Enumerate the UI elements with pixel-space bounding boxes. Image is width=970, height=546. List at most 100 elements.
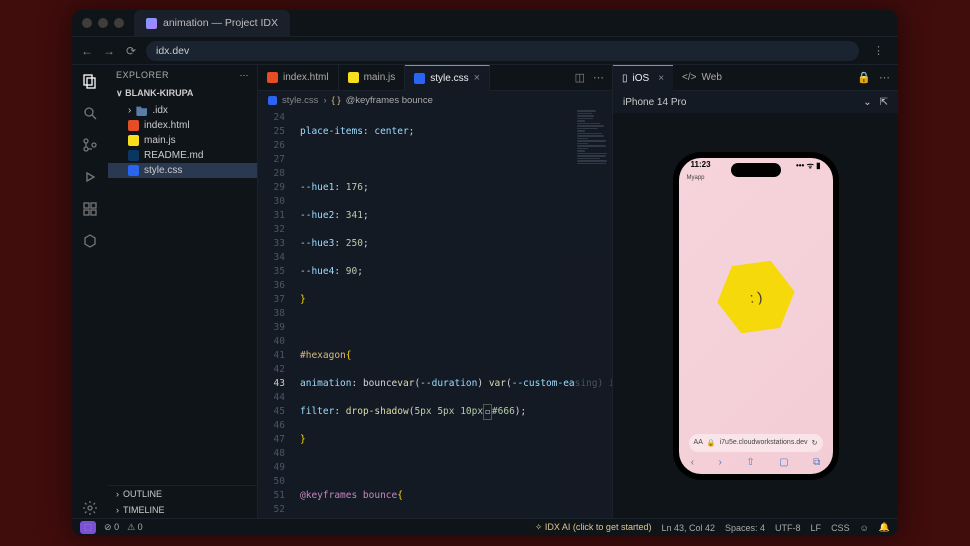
- file-tree: › .idx index.html main.js README.md styl…: [108, 101, 257, 180]
- preview-actions: 🔒 ⋯: [849, 71, 898, 84]
- code-content[interactable]: place-items: center; --hue1: 176; --hue2…: [292, 109, 612, 518]
- menu-icon[interactable]: ⋮: [867, 44, 890, 57]
- forward-icon[interactable]: →: [102, 44, 116, 58]
- back-icon[interactable]: ←: [80, 44, 94, 58]
- indent-setting[interactable]: Spaces: 4: [725, 523, 765, 533]
- app-window: animation — Project IDX ← → ⟳ idx.dev ⋮ …: [72, 10, 898, 536]
- feedback-icon[interactable]: ☺: [860, 523, 869, 533]
- url-text: idx.dev: [156, 45, 189, 57]
- folder-icon: [136, 105, 147, 116]
- phone-screen[interactable]: 11:23 ••• ᯤ ▮ Myapp : ) AA 🔒 i7u5e.cloud…: [679, 158, 833, 474]
- phone-icon: ▯: [622, 73, 628, 84]
- lock-icon[interactable]: 🔒: [857, 71, 871, 84]
- idx-icon[interactable]: [80, 231, 100, 251]
- browser-tab[interactable]: animation — Project IDX: [134, 10, 290, 37]
- explorer-sidebar: EXPLORER ⋯ ∨ BLANK-KIRUPA › .idx index.h…: [108, 65, 258, 518]
- tabs-icon[interactable]: ⧉: [813, 457, 820, 468]
- phone-url-bar[interactable]: AA 🔒 i7u5e.cloudworkstations.dev ↻: [689, 434, 823, 452]
- preview-tab-web[interactable]: </>Web: [673, 65, 731, 91]
- js-file-icon: [348, 72, 359, 83]
- window-controls[interactable]: [72, 18, 134, 28]
- activity-bar: [72, 65, 108, 518]
- tab-index-html[interactable]: index.html: [258, 65, 339, 91]
- phone-signal-icon: ••• ᯤ ▮: [796, 160, 821, 171]
- back-icon[interactable]: ‹: [691, 457, 694, 468]
- more-tab-icon[interactable]: ⋯: [593, 71, 604, 84]
- url-input[interactable]: idx.dev: [146, 41, 859, 61]
- reload-icon[interactable]: ⟳: [124, 44, 138, 58]
- line-gutter: 2425262728293031323334353637383940414243…: [258, 109, 292, 518]
- editor-tabs: index.html main.js style.css× ◫ ⋯: [258, 65, 612, 91]
- css-file-icon: [414, 73, 425, 84]
- titlebar: animation — Project IDX: [72, 10, 898, 37]
- phone-toolbar: ‹ › ⇧ ▢ ⧉: [679, 455, 833, 471]
- chevron-down-icon[interactable]: ⌄: [863, 97, 871, 108]
- bookmarks-icon[interactable]: ▢: [779, 457, 788, 468]
- hexagon-shape: : ): [712, 257, 799, 335]
- breadcrumb[interactable]: style.css › { } @keyframes bounce: [258, 91, 612, 109]
- errors-icon[interactable]: ⊘ 0: [104, 522, 119, 533]
- settings-icon[interactable]: [80, 498, 100, 518]
- sidebar-bottom: › OUTLINE › TIMELINE: [108, 485, 257, 518]
- tab-main-js[interactable]: main.js: [339, 65, 406, 91]
- preview-tab-ios[interactable]: ▯iOS×: [613, 65, 673, 91]
- more-icon[interactable]: ⋯: [879, 71, 890, 84]
- html-file-icon: [128, 120, 139, 131]
- preview-pane: ▯iOS× </>Web 🔒 ⋯ iPhone 14 Pro ⌄ ⇱: [612, 65, 898, 518]
- tree-folder-idx[interactable]: › .idx: [108, 103, 257, 118]
- code-icon: </>: [682, 72, 696, 83]
- maximize-window-icon[interactable]: [114, 18, 124, 28]
- project-name[interactable]: ∨ BLANK-KIRUPA: [108, 86, 257, 101]
- source-control-icon[interactable]: [80, 135, 100, 155]
- remote-indicator[interactable]: ⬚: [80, 521, 96, 534]
- close-window-icon[interactable]: [82, 18, 92, 28]
- minimap[interactable]: [574, 109, 612, 518]
- editor-pane: index.html main.js style.css× ◫ ⋯ style.…: [258, 65, 612, 518]
- refresh-icon[interactable]: ↻: [812, 439, 818, 447]
- device-selector[interactable]: iPhone 14 Pro ⌄ ⇱: [613, 91, 898, 113]
- css-file-icon: [128, 165, 139, 176]
- code-editor[interactable]: 2425262728293031323334353637383940414243…: [258, 109, 612, 518]
- phone-app-label: Myapp: [687, 175, 705, 181]
- tree-file-readme[interactable]: README.md: [108, 148, 257, 163]
- eol[interactable]: LF: [811, 523, 822, 533]
- close-icon[interactable]: ×: [658, 73, 664, 84]
- tree-file-style[interactable]: style.css: [108, 163, 257, 178]
- url-bar: ← → ⟳ idx.dev ⋮: [72, 37, 898, 65]
- md-file-icon: [128, 150, 139, 161]
- idx-logo-icon: [146, 18, 157, 29]
- phone-frame: 11:23 ••• ᯤ ▮ Myapp : ) AA 🔒 i7u5e.cloud…: [673, 152, 839, 480]
- js-file-icon: [128, 135, 139, 146]
- html-file-icon: [267, 72, 278, 83]
- main-area: EXPLORER ⋯ ∨ BLANK-KIRUPA › .idx index.h…: [72, 65, 898, 518]
- split-editor-icon[interactable]: ◫: [575, 71, 585, 84]
- notch: [731, 163, 781, 177]
- more-icon[interactable]: ⋯: [240, 70, 250, 81]
- ai-button[interactable]: ✧ IDX AI (click to get started): [535, 522, 652, 533]
- cursor-position[interactable]: Ln 43, Col 42: [661, 523, 715, 533]
- phone-url-text: i7u5e.cloudworkstations.dev: [720, 439, 808, 446]
- css-file-icon: [268, 96, 277, 105]
- minimize-window-icon[interactable]: [98, 18, 108, 28]
- explorer-icon[interactable]: [80, 71, 100, 91]
- forward-icon[interactable]: ›: [719, 457, 722, 468]
- text-size-icon[interactable]: AA: [694, 439, 703, 446]
- tree-file-index[interactable]: index.html: [108, 118, 257, 133]
- tab-actions: ◫ ⋯: [567, 71, 612, 84]
- extensions-icon[interactable]: [80, 199, 100, 219]
- timeline-section[interactable]: › TIMELINE: [108, 502, 257, 518]
- outline-section[interactable]: › OUTLINE: [108, 486, 257, 502]
- encoding[interactable]: UTF-8: [775, 523, 801, 533]
- debug-icon[interactable]: [80, 167, 100, 187]
- warnings-icon[interactable]: ⚠ 0: [127, 522, 143, 533]
- tab-style-css[interactable]: style.css×: [405, 65, 490, 91]
- close-tab-icon[interactable]: ×: [474, 72, 480, 84]
- share-icon[interactable]: ⇧: [746, 457, 754, 468]
- sidebar-header: EXPLORER ⋯: [108, 65, 257, 86]
- search-icon[interactable]: [80, 103, 100, 123]
- bell-icon[interactable]: 🔔: [879, 522, 890, 533]
- popout-icon[interactable]: ⇱: [880, 97, 888, 108]
- language-mode[interactable]: CSS: [831, 523, 850, 533]
- device-name: iPhone 14 Pro: [623, 97, 686, 108]
- tree-file-main[interactable]: main.js: [108, 133, 257, 148]
